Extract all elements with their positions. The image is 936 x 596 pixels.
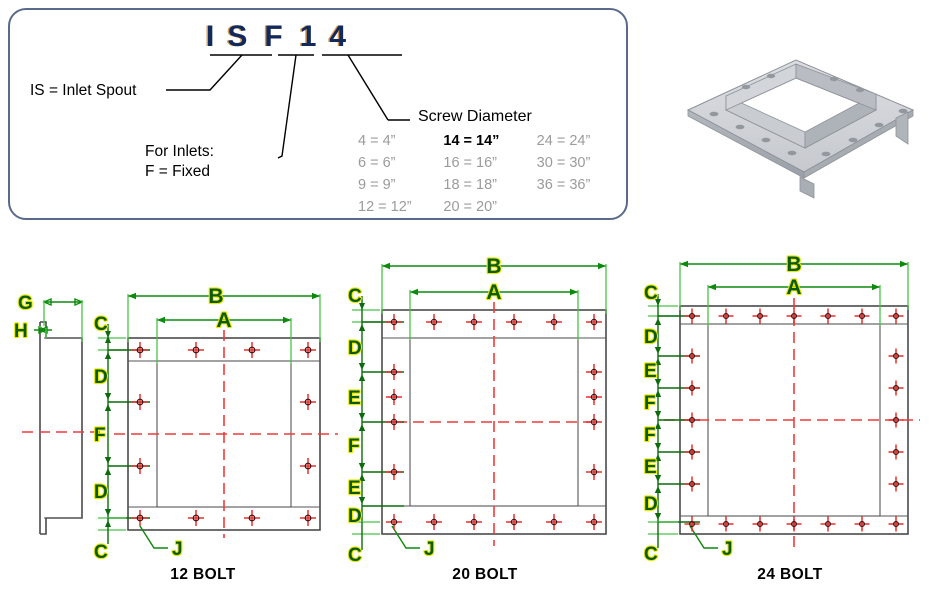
leader-label-J: J xyxy=(172,539,183,560)
dim-letter-F: F xyxy=(348,436,360,457)
dim-letter-F-lower: F xyxy=(644,425,656,446)
for-inlets-label: For Inlets: xyxy=(145,143,214,160)
dim-letter-G: G xyxy=(18,293,33,314)
leader-label-J: J xyxy=(424,539,435,560)
sd-cell: 20 = 20” xyxy=(443,199,498,215)
screw-diameter-table: 4 = 4” 14 = 14” 24 = 24” 6 = 6” 16 = 16”… xyxy=(358,132,626,220)
sd-cell-highlighted: 14 = 14” xyxy=(443,133,500,149)
table-row: 6 = 6” 16 = 16” 30 = 30” xyxy=(358,154,626,176)
f-fixed-label: F = Fixed xyxy=(145,163,211,180)
product-isometric-image xyxy=(686,59,915,199)
is-inlet-spout-label: IS = Inlet Spout xyxy=(30,82,137,99)
dim-letter-E-upper: E xyxy=(348,388,361,409)
table-row: 4 = 4” 14 = 14” 24 = 24” xyxy=(358,132,626,154)
sd-cell: 24 = 24” xyxy=(536,133,591,149)
dim-letter-D-upper: D xyxy=(644,327,658,348)
dim-letter-F: F xyxy=(94,425,106,446)
dim-letter-A: A xyxy=(486,281,501,304)
table-row: 9 = 9” 18 = 18” 36 = 36” xyxy=(358,176,626,198)
dim-letter-D-lower: D xyxy=(94,482,108,503)
dim-letter-D-upper: D xyxy=(348,338,362,359)
sd-cell: 9 = 9” xyxy=(358,177,396,193)
sd-cell: 36 = 36” xyxy=(536,177,591,193)
bolt-hole-group-top xyxy=(684,308,904,324)
sd-cell: 6 = 6” xyxy=(358,155,396,171)
table-row: 12 = 12” 20 = 20” xyxy=(358,198,626,220)
dim-letter-E-upper: E xyxy=(644,361,657,382)
bolt-hole-group-bottom xyxy=(684,516,904,532)
dim-letter-H: H xyxy=(14,321,28,342)
dim-letter-E-lower: E xyxy=(644,457,657,478)
drawing-title-12-bolt: 12 BOLT xyxy=(170,566,236,583)
dim-letter-F-upper: F xyxy=(644,393,656,414)
dim-letter-C-top: C xyxy=(644,283,658,304)
sd-cell: 16 = 16” xyxy=(443,155,498,171)
drawing-24-bolt: B A C D E F F E D C J xyxy=(644,254,920,562)
drawing-20-bolt: B A C D E F E C D J xyxy=(348,254,607,562)
sd-cell: 12 = 12” xyxy=(358,199,412,215)
drawing-12-bolt: B A C D F D C J xyxy=(93,286,338,562)
dim-letter-A: A xyxy=(786,276,801,299)
dim-letter-E-lower: E xyxy=(348,478,361,499)
sd-cell: 18 = 18” xyxy=(443,177,498,193)
dim-letter-D-lower: D xyxy=(644,494,658,515)
dim-letter-C-top: C xyxy=(94,314,108,335)
dim-letter-C-bottom: C xyxy=(94,542,108,562)
sd-cell: 4 = 4” xyxy=(358,133,396,149)
dim-letter-A: A xyxy=(216,309,231,332)
screw-diameter-label: Screw Diameter xyxy=(418,108,532,125)
dim-letter-C-top: C xyxy=(348,286,362,307)
dim-letter-C-bottom: C xyxy=(644,544,658,562)
drawing-title-20-bolt: 20 BOLT xyxy=(452,566,518,583)
leader-label-J: J xyxy=(722,539,733,560)
sd-cell: 30 = 30” xyxy=(536,155,591,171)
side-view-drawing: G H xyxy=(13,292,100,535)
dim-letter-B: B xyxy=(786,254,801,276)
dim-letter-D-lower: D xyxy=(348,506,362,527)
dim-letter-B: B xyxy=(486,255,501,278)
dim-letter-D-upper: D xyxy=(94,367,108,388)
dim-letter-C-bottom: C xyxy=(348,545,362,562)
nomenclature-panel: ISF14 IS = Inlet Spout For Inlets: F = F… xyxy=(8,8,628,220)
dim-letter-B: B xyxy=(208,286,223,308)
drawing-title-24-bolt: 24 BOLT xyxy=(757,566,823,583)
